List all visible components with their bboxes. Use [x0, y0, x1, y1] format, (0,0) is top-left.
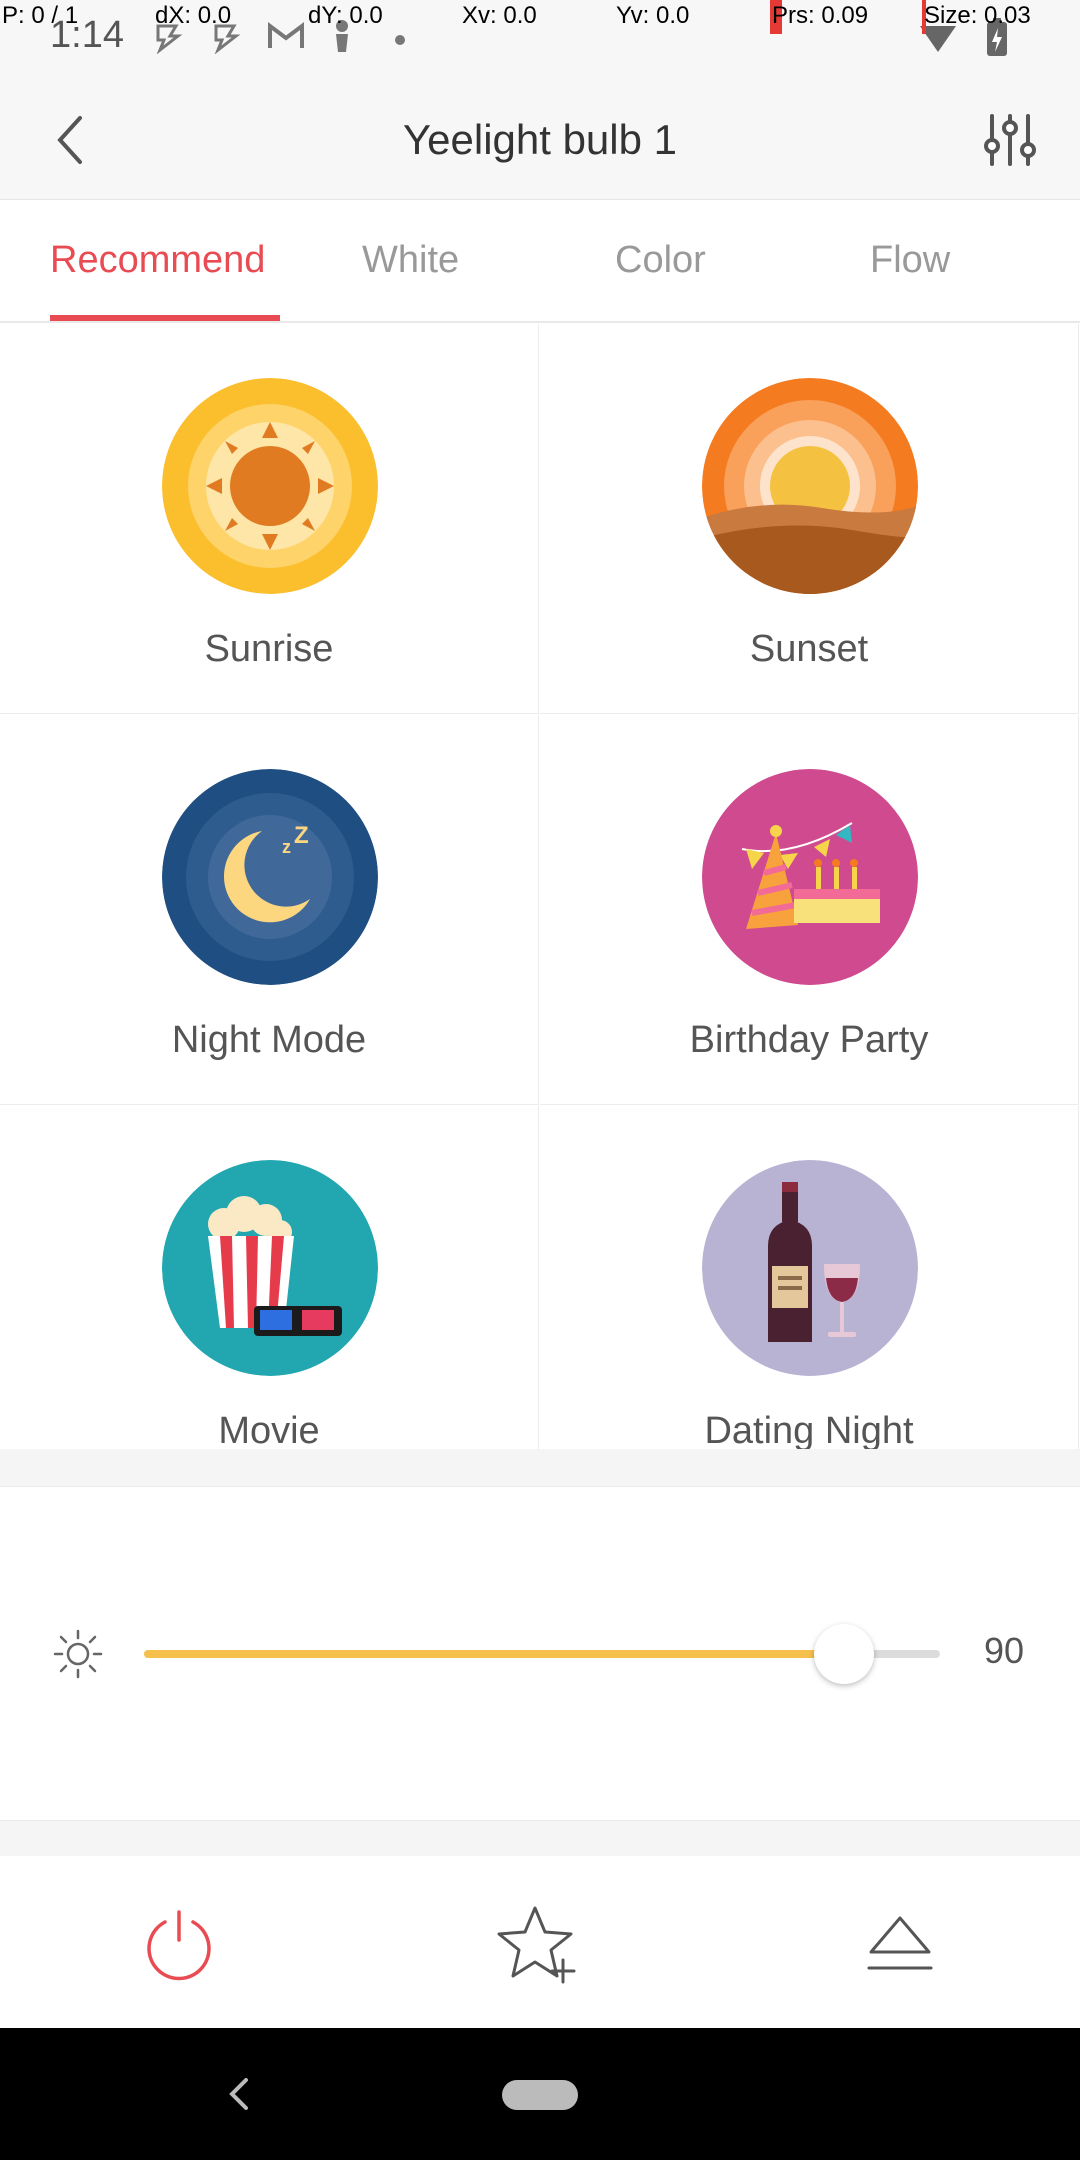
debug-xv: Xv: 0.0	[462, 2, 537, 29]
brightness-slider[interactable]	[144, 1624, 940, 1684]
mode-tabs: Recommend White Color Flow	[0, 201, 1080, 323]
power-icon	[147, 1910, 211, 1981]
power-button[interactable]	[131, 1896, 227, 1992]
scene-label: Sunset	[749, 628, 869, 670]
dating-night-icon	[702, 1160, 918, 1376]
sunset-icon	[702, 378, 918, 594]
section-divider	[0, 1449, 1080, 1487]
svg-text:Z: Z	[294, 822, 309, 849]
system-back-button[interactable]	[214, 2066, 264, 2122]
scene-movie[interactable]: Movie	[0, 1106, 539, 1449]
page-title: Yeelight bulb 1	[402, 116, 678, 163]
star-plus-icon	[497, 1906, 576, 1984]
debug-dy: dY: 0.0	[308, 2, 383, 29]
brightness-slider-thumb[interactable]	[814, 1624, 874, 1684]
svg-text:z: z	[282, 837, 291, 857]
section-divider	[0, 1820, 1080, 1856]
sliders-icon	[984, 114, 1036, 166]
scene-label: Night Mode	[171, 1019, 367, 1061]
debug-dx: dX: 0.0	[155, 2, 232, 29]
chevron-left-icon	[229, 2078, 248, 2110]
birthday-party-icon	[702, 769, 918, 985]
sunrise-icon	[162, 378, 378, 594]
brightness-panel: 90	[0, 1488, 1080, 1820]
scene-grid: Sunrise Sunset z Z Night Mode Birthday P…	[0, 324, 1080, 1449]
brightness-slider-fill	[144, 1650, 844, 1658]
scene-dating-night[interactable]: Dating Night	[540, 1106, 1079, 1449]
scene-label: Sunrise	[204, 628, 334, 670]
debug-prs: Prs: 0.09	[772, 2, 869, 29]
eject-button[interactable]	[852, 1896, 948, 1992]
debug-pointer-count: P: 0 / 1	[2, 2, 79, 29]
scene-label: Movie	[218, 1410, 320, 1449]
scene-label: Dating Night	[704, 1410, 914, 1449]
add-favorite-button[interactable]	[492, 1896, 588, 1992]
tab-white[interactable]: White	[362, 239, 459, 282]
brightness-icon	[52, 1628, 104, 1680]
settings-button[interactable]	[970, 100, 1050, 180]
system-nav-bar	[0, 2028, 1080, 2160]
movie-icon	[162, 1160, 378, 1376]
debug-yv: Yv: 0.0	[616, 2, 690, 29]
action-bar	[0, 1856, 1080, 2028]
active-tab-indicator	[50, 315, 280, 321]
tab-color[interactable]: Color	[615, 239, 706, 282]
tab-recommend[interactable]: Recommend	[50, 239, 265, 282]
scene-sunrise[interactable]: Sunrise	[0, 324, 539, 714]
system-home-button[interactable]	[502, 2080, 578, 2110]
night-mode-icon: z Z	[162, 769, 378, 985]
app-header: Yeelight bulb 1	[0, 80, 1080, 200]
pointer-debug-overlay: P: 0 / 1 dX: 0.0 dY: 0.0 Xv: 0.0 Yv: 0.0…	[0, 0, 1080, 34]
debug-size: Size: 0.03	[924, 2, 1031, 29]
eject-icon	[867, 1916, 933, 1970]
scene-label: Birthday Party	[689, 1019, 929, 1061]
scene-sunset[interactable]: Sunset	[540, 324, 1079, 714]
tab-flow[interactable]: Flow	[870, 239, 950, 282]
brightness-value: 90	[983, 1630, 1024, 1671]
scene-birthday-party[interactable]: Birthday Party	[540, 715, 1079, 1105]
scene-night-mode[interactable]: z Z Night Mode	[0, 715, 539, 1105]
